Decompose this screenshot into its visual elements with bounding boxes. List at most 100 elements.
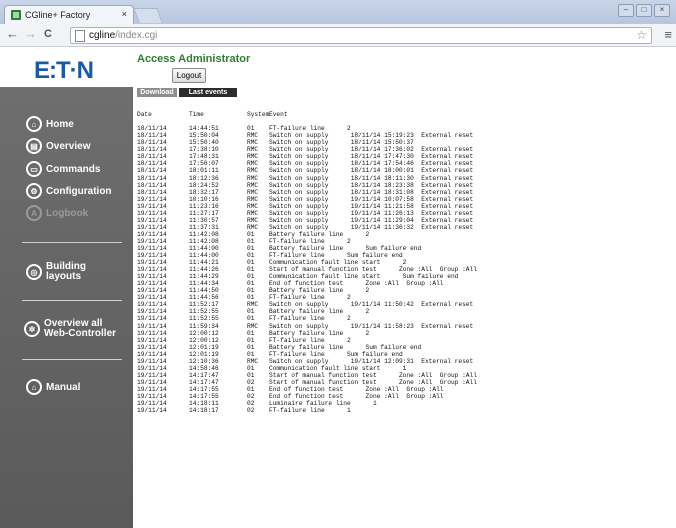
table-row: 18/11/14 18:01:11 RMC Switch on supply 18/1… xyxy=(137,167,477,174)
cell-time: 14:18:11 xyxy=(189,400,219,408)
cell-event: Switch on supply 18/11/14 17:47:30 Exter… xyxy=(269,153,474,161)
cell-event: Communication fault line start 2 xyxy=(269,259,407,267)
table-row: 19/11/14 11:44:56 01 FT-failure line 2 xyxy=(137,294,477,301)
sidebar-item-logbook[interactable]: A Logbook xyxy=(26,205,88,221)
cell-time: 11:52:55 xyxy=(189,315,219,323)
cell-event: Start of manual function test Zone :All … xyxy=(269,266,477,274)
manual-icon: ⌂ xyxy=(26,379,42,395)
minimize-icon[interactable]: – xyxy=(618,4,634,17)
table-row: 19/11/14 14:58:46 01 Communication fault li… xyxy=(137,365,477,372)
cell-time: 14:58:46 xyxy=(189,364,219,372)
cell-system: 01 xyxy=(247,350,255,358)
cell-time: 14:17:47 xyxy=(189,371,219,379)
cell-system: 01 xyxy=(247,280,255,288)
page-header xyxy=(0,47,676,87)
address-bar[interactable]: cgline/index.cgi ☆ xyxy=(70,27,652,44)
cell-time: 12:01:19 xyxy=(189,350,219,358)
browser-titlebar: CGline+ Factory × – □ × xyxy=(0,0,676,25)
cell-system: RMC xyxy=(247,146,259,154)
cell-time: 11:23:16 xyxy=(189,202,219,210)
cell-date: 18/11/14 xyxy=(137,174,167,182)
sidebar-item-commands[interactable]: ▭ Commands xyxy=(26,161,100,177)
cell-time: 15:50:04 xyxy=(189,132,219,140)
favicon-icon xyxy=(11,10,21,20)
reload-icon[interactable]: C xyxy=(44,27,52,41)
network-icon: ✲ xyxy=(24,321,40,337)
cell-time: 12:01:19 xyxy=(189,343,219,351)
cell-date: 19/11/14 xyxy=(137,237,167,245)
table-row: 19/11/14 11:52:17 RMC Switch on supply 19/1… xyxy=(137,301,477,308)
cell-event: Switch on supply 18/11/14 18:00:01 Exter… xyxy=(269,167,474,175)
cell-date: 18/11/14 xyxy=(137,139,167,147)
cell-system: 02 xyxy=(247,400,255,408)
browser-menu-icon[interactable]: ≡ xyxy=(664,27,672,42)
sidebar-item-manual[interactable]: ⌂ Manual xyxy=(26,379,80,395)
cell-time: 11:44:26 xyxy=(189,266,219,274)
cell-event: Switch on supply 18/11/14 18:31:08 Exter… xyxy=(269,188,474,196)
sidebar-item-label: Manual xyxy=(46,381,81,393)
cell-event: Switch on supply 19/11/14 11:50:42 Exter… xyxy=(269,301,474,309)
table-row: 18/11/14 17:48:31 RMC Switch on supply 18/1… xyxy=(137,153,477,160)
table-row: 19/11/14 11:42:08 01 Battery failure line 2 xyxy=(137,231,477,238)
maximize-icon[interactable]: □ xyxy=(636,4,652,17)
cell-time: 11:44:00 xyxy=(189,244,219,252)
column-header-time: Time xyxy=(189,111,204,119)
event-log-header: Date Time SystemEvent xyxy=(137,111,477,118)
sidebar-item-home[interactable]: ⌂ Home xyxy=(26,116,74,132)
cell-event: Switch on supply 19/11/14 10:07:58 Exter… xyxy=(269,195,474,203)
cell-date: 19/11/14 xyxy=(137,378,167,386)
sidebar-divider xyxy=(22,359,122,360)
cell-event: Luminaire failure line 1 xyxy=(269,400,377,408)
cell-system: 01 xyxy=(247,244,255,252)
cell-time: 14:17:55 xyxy=(189,385,219,393)
cell-event: End of function test Zone :All Group :Al… xyxy=(269,392,444,400)
cell-event: Switch on supply 19/11/14 11:29:04 Exter… xyxy=(269,216,474,224)
cell-time: 15:50:40 xyxy=(189,139,219,147)
back-icon[interactable]: ← xyxy=(6,27,19,41)
cell-time: 11:44:29 xyxy=(189,273,219,281)
cell-date: 19/11/14 xyxy=(137,216,167,224)
cell-date: 19/11/14 xyxy=(137,322,167,330)
new-tab-button[interactable] xyxy=(133,8,163,23)
sidebar-item-overview-all[interactable]: ✲ Overview all Web-Controller xyxy=(24,319,128,339)
table-row: 18/11/14 18:32:17 RMC Switch on supply 18/1… xyxy=(137,189,477,196)
cell-time: 17:56:07 xyxy=(189,160,219,168)
cell-system: 01 xyxy=(247,287,255,295)
cell-event: Switch on supply 19/11/14 11:58:23 Exter… xyxy=(269,322,474,330)
tab-last-events[interactable]: Last events xyxy=(179,88,237,97)
table-row: 18/11/14 15:50:04 RMC Switch on supply 18/1… xyxy=(137,132,477,139)
cell-date: 19/11/14 xyxy=(137,252,167,260)
forward-icon[interactable]: → xyxy=(24,27,37,41)
home-icon: ⌂ xyxy=(26,116,42,132)
cell-date: 19/11/14 xyxy=(137,195,167,203)
table-row: 18/11/14 17:38:10 RMC Switch on supply 18/1… xyxy=(137,146,477,153)
tab-close-icon[interactable]: × xyxy=(122,9,127,19)
sidebar-item-building-layouts[interactable]: ◎ Building layouts xyxy=(26,262,106,282)
sidebar-item-overview[interactable]: ▤ Overview xyxy=(26,138,90,154)
logout-button[interactable]: Logout xyxy=(172,68,206,83)
cell-time: 18:12:36 xyxy=(189,174,219,182)
browser-toolbar: ← → C cgline/index.cgi ☆ ≡ xyxy=(0,24,676,47)
sidebar-item-label: Configuration xyxy=(46,185,112,197)
cell-time: 11:44:21 xyxy=(189,259,219,267)
cell-time: 18:01:11 xyxy=(189,167,219,175)
table-row: 19/11/14 11:44:21 01 Communication fault li… xyxy=(137,259,477,266)
sidebar-item-configuration[interactable]: ⚙ Configuration xyxy=(26,183,112,199)
sidebar-item-label: Overview xyxy=(46,140,91,152)
cell-date: 18/11/14 xyxy=(137,181,167,189)
cell-event: Battery failure line Sum failure end xyxy=(269,343,422,351)
close-window-icon[interactable]: × xyxy=(654,4,670,17)
cell-event: Battery failure line 2 xyxy=(269,230,370,238)
table-row: 19/11/14 11:44:00 01 FT-failure line Sum fa… xyxy=(137,252,477,259)
cell-date: 19/11/14 xyxy=(137,230,167,238)
table-row: 19/11/14 11:52:55 01 Battery failure line 2 xyxy=(137,308,477,315)
tab-download[interactable]: Download xyxy=(137,88,177,97)
cell-system: RMC xyxy=(247,216,259,224)
browser-tab[interactable]: CGline+ Factory × xyxy=(4,5,134,25)
cell-event: Battery failure line 2 xyxy=(269,308,370,316)
table-row: 19/11/14 14:17:47 01 Start of manual functi… xyxy=(137,372,477,379)
cell-system: 01 xyxy=(247,125,255,133)
cell-system: 01 xyxy=(247,336,255,344)
bookmark-star-icon[interactable]: ☆ xyxy=(636,28,647,43)
cell-date: 19/11/14 xyxy=(137,400,167,408)
